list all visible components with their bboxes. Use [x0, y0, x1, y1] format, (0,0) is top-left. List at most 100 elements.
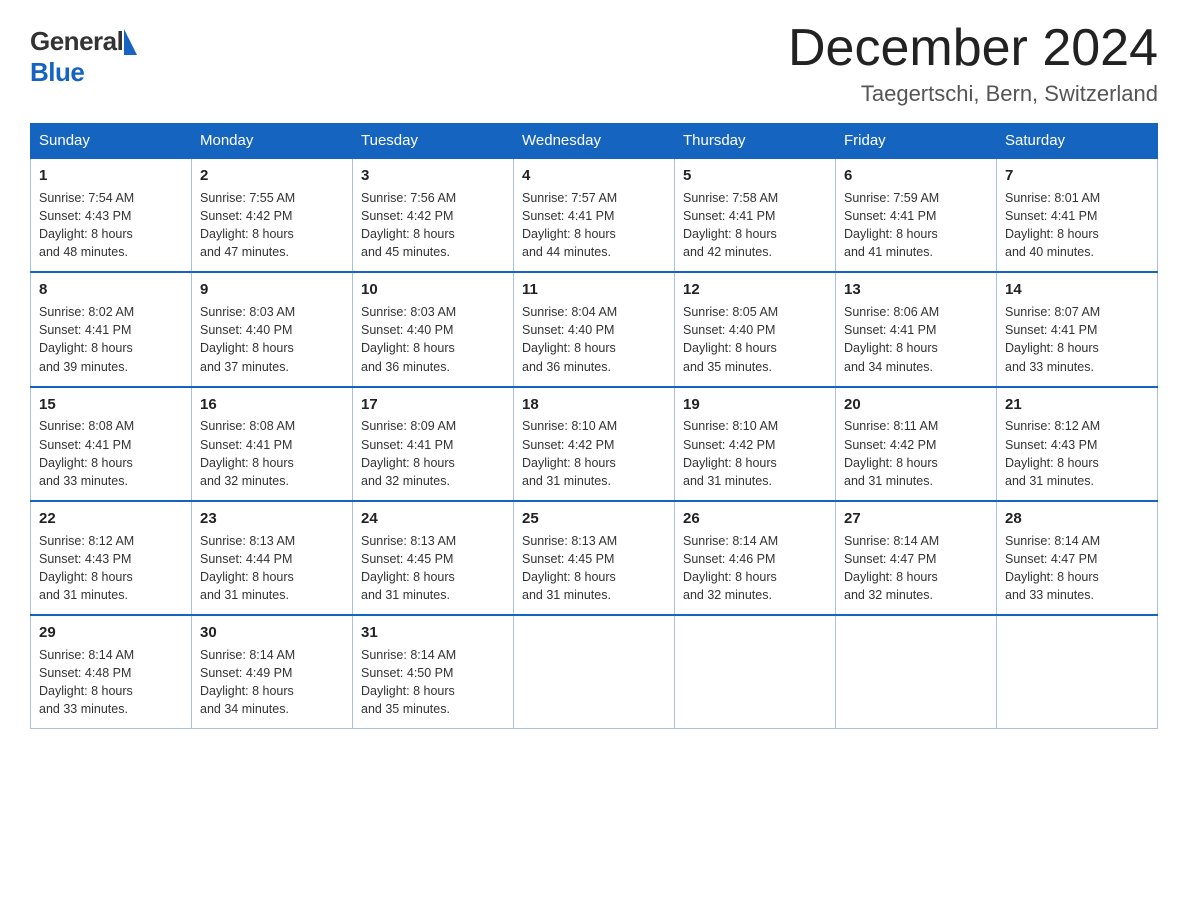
- calendar-cell: 2Sunrise: 7:55 AMSunset: 4:42 PMDaylight…: [192, 158, 353, 272]
- day-info: Sunrise: 8:14 AMSunset: 4:46 PMDaylight:…: [683, 532, 827, 605]
- day-info: Sunrise: 8:14 AMSunset: 4:48 PMDaylight:…: [39, 646, 183, 719]
- day-info: Sunrise: 8:11 AMSunset: 4:42 PMDaylight:…: [844, 417, 988, 490]
- day-info: Sunrise: 8:08 AMSunset: 4:41 PMDaylight:…: [200, 417, 344, 490]
- day-number: 6: [844, 165, 988, 187]
- day-info: Sunrise: 8:07 AMSunset: 4:41 PMDaylight:…: [1005, 303, 1149, 376]
- day-number: 15: [39, 394, 183, 416]
- logo-triangle-icon: [124, 29, 137, 55]
- day-number: 29: [39, 622, 183, 644]
- day-number: 11: [522, 279, 666, 301]
- day-info: Sunrise: 8:09 AMSunset: 4:41 PMDaylight:…: [361, 417, 505, 490]
- calendar-cell: 10Sunrise: 8:03 AMSunset: 4:40 PMDayligh…: [353, 272, 514, 386]
- calendar-cell: 27Sunrise: 8:14 AMSunset: 4:47 PMDayligh…: [836, 501, 997, 615]
- day-number: 30: [200, 622, 344, 644]
- week-row-1: 1Sunrise: 7:54 AMSunset: 4:43 PMDaylight…: [31, 158, 1158, 272]
- calendar-cell: 5Sunrise: 7:58 AMSunset: 4:41 PMDaylight…: [675, 158, 836, 272]
- day-number: 20: [844, 394, 988, 416]
- day-info: Sunrise: 8:01 AMSunset: 4:41 PMDaylight:…: [1005, 189, 1149, 262]
- calendar-cell: 4Sunrise: 7:57 AMSunset: 4:41 PMDaylight…: [514, 158, 675, 272]
- day-info: Sunrise: 8:03 AMSunset: 4:40 PMDaylight:…: [200, 303, 344, 376]
- title-area: December 2024 Taegertschi, Bern, Switzer…: [788, 20, 1158, 107]
- day-info: Sunrise: 8:13 AMSunset: 4:45 PMDaylight:…: [522, 532, 666, 605]
- day-number: 18: [522, 394, 666, 416]
- day-info: Sunrise: 8:12 AMSunset: 4:43 PMDaylight:…: [39, 532, 183, 605]
- calendar-cell: 22Sunrise: 8:12 AMSunset: 4:43 PMDayligh…: [31, 501, 192, 615]
- day-info: Sunrise: 7:57 AMSunset: 4:41 PMDaylight:…: [522, 189, 666, 262]
- day-number: 9: [200, 279, 344, 301]
- day-info: Sunrise: 8:10 AMSunset: 4:42 PMDaylight:…: [522, 417, 666, 490]
- calendar-cell: 6Sunrise: 7:59 AMSunset: 4:41 PMDaylight…: [836, 158, 997, 272]
- weekday-header-tuesday: Tuesday: [353, 124, 514, 159]
- day-number: 5: [683, 165, 827, 187]
- day-info: Sunrise: 8:14 AMSunset: 4:47 PMDaylight:…: [1005, 532, 1149, 605]
- weekday-header-wednesday: Wednesday: [514, 124, 675, 159]
- calendar-cell: 31Sunrise: 8:14 AMSunset: 4:50 PMDayligh…: [353, 615, 514, 729]
- day-number: 24: [361, 508, 505, 530]
- logo-general-text: General: [30, 26, 123, 57]
- day-number: 19: [683, 394, 827, 416]
- day-info: Sunrise: 8:05 AMSunset: 4:40 PMDaylight:…: [683, 303, 827, 376]
- day-number: 16: [200, 394, 344, 416]
- day-number: 17: [361, 394, 505, 416]
- calendar-cell: 20Sunrise: 8:11 AMSunset: 4:42 PMDayligh…: [836, 387, 997, 501]
- day-info: Sunrise: 8:08 AMSunset: 4:41 PMDaylight:…: [39, 417, 183, 490]
- day-number: 2: [200, 165, 344, 187]
- calendar-cell: 13Sunrise: 8:06 AMSunset: 4:41 PMDayligh…: [836, 272, 997, 386]
- weekday-header-sunday: Sunday: [31, 124, 192, 159]
- day-info: Sunrise: 7:59 AMSunset: 4:41 PMDaylight:…: [844, 189, 988, 262]
- day-info: Sunrise: 8:10 AMSunset: 4:42 PMDaylight:…: [683, 417, 827, 490]
- day-number: 27: [844, 508, 988, 530]
- day-number: 10: [361, 279, 505, 301]
- day-info: Sunrise: 7:54 AMSunset: 4:43 PMDaylight:…: [39, 189, 183, 262]
- day-info: Sunrise: 7:56 AMSunset: 4:42 PMDaylight:…: [361, 189, 505, 262]
- day-number: 3: [361, 165, 505, 187]
- weekday-header-thursday: Thursday: [675, 124, 836, 159]
- calendar-cell: [836, 615, 997, 729]
- day-info: Sunrise: 8:12 AMSunset: 4:43 PMDaylight:…: [1005, 417, 1149, 490]
- calendar-cell: 19Sunrise: 8:10 AMSunset: 4:42 PMDayligh…: [675, 387, 836, 501]
- day-info: Sunrise: 8:13 AMSunset: 4:44 PMDaylight:…: [200, 532, 344, 605]
- calendar-cell: 24Sunrise: 8:13 AMSunset: 4:45 PMDayligh…: [353, 501, 514, 615]
- day-info: Sunrise: 7:58 AMSunset: 4:41 PMDaylight:…: [683, 189, 827, 262]
- day-number: 26: [683, 508, 827, 530]
- day-number: 28: [1005, 508, 1149, 530]
- week-row-3: 15Sunrise: 8:08 AMSunset: 4:41 PMDayligh…: [31, 387, 1158, 501]
- calendar-cell: 25Sunrise: 8:13 AMSunset: 4:45 PMDayligh…: [514, 501, 675, 615]
- weekday-header-monday: Monday: [192, 124, 353, 159]
- calendar-cell: 8Sunrise: 8:02 AMSunset: 4:41 PMDaylight…: [31, 272, 192, 386]
- calendar-cell: 9Sunrise: 8:03 AMSunset: 4:40 PMDaylight…: [192, 272, 353, 386]
- week-row-5: 29Sunrise: 8:14 AMSunset: 4:48 PMDayligh…: [31, 615, 1158, 729]
- day-info: Sunrise: 8:13 AMSunset: 4:45 PMDaylight:…: [361, 532, 505, 605]
- calendar-cell: 15Sunrise: 8:08 AMSunset: 4:41 PMDayligh…: [31, 387, 192, 501]
- calendar-cell: 12Sunrise: 8:05 AMSunset: 4:40 PMDayligh…: [675, 272, 836, 386]
- calendar-cell: 3Sunrise: 7:56 AMSunset: 4:42 PMDaylight…: [353, 158, 514, 272]
- calendar-cell: 28Sunrise: 8:14 AMSunset: 4:47 PMDayligh…: [997, 501, 1158, 615]
- calendar-cell: 18Sunrise: 8:10 AMSunset: 4:42 PMDayligh…: [514, 387, 675, 501]
- day-number: 31: [361, 622, 505, 644]
- calendar-cell: [675, 615, 836, 729]
- day-info: Sunrise: 8:06 AMSunset: 4:41 PMDaylight:…: [844, 303, 988, 376]
- calendar-cell: 30Sunrise: 8:14 AMSunset: 4:49 PMDayligh…: [192, 615, 353, 729]
- day-number: 13: [844, 279, 988, 301]
- day-number: 1: [39, 165, 183, 187]
- calendar-cell: 11Sunrise: 8:04 AMSunset: 4:40 PMDayligh…: [514, 272, 675, 386]
- day-number: 23: [200, 508, 344, 530]
- logo-blue-text: Blue: [30, 57, 84, 87]
- day-number: 25: [522, 508, 666, 530]
- calendar-cell: 7Sunrise: 8:01 AMSunset: 4:41 PMDaylight…: [997, 158, 1158, 272]
- calendar-cell: 26Sunrise: 8:14 AMSunset: 4:46 PMDayligh…: [675, 501, 836, 615]
- header: General Blue December 2024 Taegertschi, …: [30, 20, 1158, 107]
- day-info: Sunrise: 8:02 AMSunset: 4:41 PMDaylight:…: [39, 303, 183, 376]
- calendar-cell: [514, 615, 675, 729]
- calendar-cell: 23Sunrise: 8:13 AMSunset: 4:44 PMDayligh…: [192, 501, 353, 615]
- calendar-cell: 21Sunrise: 8:12 AMSunset: 4:43 PMDayligh…: [997, 387, 1158, 501]
- day-number: 22: [39, 508, 183, 530]
- week-row-2: 8Sunrise: 8:02 AMSunset: 4:41 PMDaylight…: [31, 272, 1158, 386]
- day-number: 7: [1005, 165, 1149, 187]
- calendar-cell: 16Sunrise: 8:08 AMSunset: 4:41 PMDayligh…: [192, 387, 353, 501]
- calendar-table: SundayMondayTuesdayWednesdayThursdayFrid…: [30, 123, 1158, 729]
- day-number: 12: [683, 279, 827, 301]
- weekday-header-friday: Friday: [836, 124, 997, 159]
- calendar-cell: 1Sunrise: 7:54 AMSunset: 4:43 PMDaylight…: [31, 158, 192, 272]
- calendar-cell: 14Sunrise: 8:07 AMSunset: 4:41 PMDayligh…: [997, 272, 1158, 386]
